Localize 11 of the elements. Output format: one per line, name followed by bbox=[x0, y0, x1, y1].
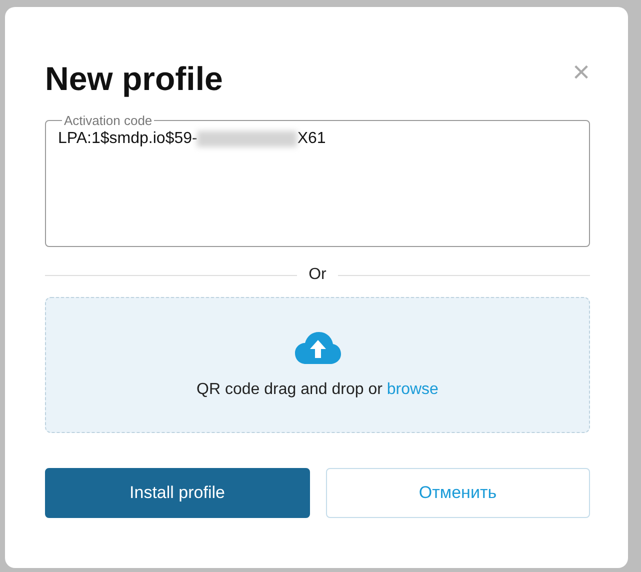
cancel-button[interactable]: Отменить bbox=[326, 468, 590, 518]
dialog-title: New profile bbox=[45, 59, 223, 99]
activation-code-field[interactable]: Activation code LPA:1$smdp.io$59- X61 bbox=[45, 113, 590, 247]
field-value: LPA:1$smdp.io$59- bbox=[58, 130, 198, 148]
field-label: Activation code bbox=[63, 113, 154, 128]
drop-zone-text: QR code drag and drop or browse bbox=[196, 381, 438, 399]
cloud-upload-icon bbox=[294, 331, 340, 365]
field-value: X61 bbox=[297, 130, 326, 148]
divider-label: Or bbox=[308, 266, 326, 284]
drop-zone[interactable]: QR code drag and drop or browse bbox=[45, 297, 590, 433]
install-button[interactable]: Install profile bbox=[45, 468, 310, 518]
